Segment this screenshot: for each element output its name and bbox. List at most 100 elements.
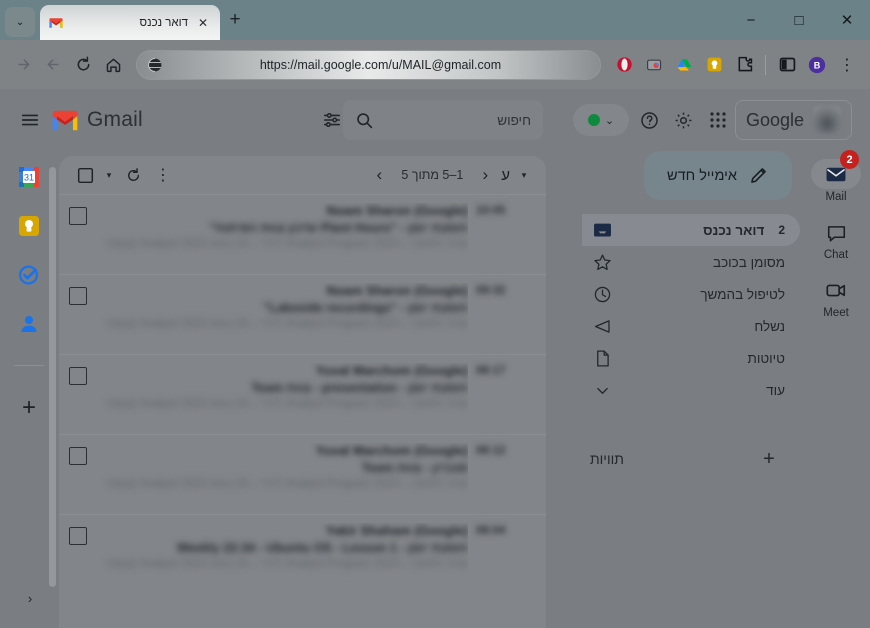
tune-icon[interactable] bbox=[315, 103, 349, 137]
sidebar-item-sent[interactable]: נשלח bbox=[582, 310, 800, 342]
account-name: Google bbox=[745, 109, 804, 130]
refresh-button[interactable] bbox=[119, 161, 147, 189]
add-label-button[interactable]: + bbox=[756, 446, 782, 472]
gmail-page: Google ⌄ חיפוש Gmail 2 Mail Chat Meet אי… bbox=[0, 89, 870, 628]
tasks-icon[interactable] bbox=[17, 263, 41, 287]
row-checkbox[interactable] bbox=[69, 287, 87, 305]
sidebar-item-inbox-count: 2 bbox=[778, 223, 785, 237]
next-page-button[interactable]: › bbox=[365, 161, 393, 189]
row-date: 09:32 bbox=[476, 285, 506, 297]
sidebar-item-sent-label: נשלח bbox=[754, 318, 785, 334]
chat-icon[interactable] bbox=[811, 217, 861, 247]
rail-label-mail: Mail bbox=[825, 191, 847, 203]
pencil-icon bbox=[751, 168, 766, 183]
meet-icon[interactable] bbox=[811, 275, 861, 305]
row-snippet: שינוי חלוקה – 2023 Analyst Program לידר … bbox=[107, 238, 468, 250]
search-icon bbox=[357, 112, 373, 128]
status-chip[interactable]: ⌄ bbox=[572, 104, 629, 136]
home-button[interactable] bbox=[98, 50, 128, 80]
row-sender: Noam Sharon (Google) bbox=[326, 203, 468, 218]
opera-extension-icon[interactable] bbox=[609, 50, 639, 80]
row-sender: Yakir Shaham (Google) bbox=[325, 523, 468, 538]
table-row[interactable]: Yuval Marchom (Google) הזמנת יומן - pres… bbox=[59, 354, 546, 434]
back-button[interactable] bbox=[38, 50, 68, 80]
tab-strip: ✕ □ − + ✕ דואר נכנס ⌄ bbox=[0, 0, 870, 40]
sidebar-item-starred[interactable]: מסומן בכוכב bbox=[582, 246, 800, 278]
address-bar[interactable]: https://mail.google.com/u/MAIL@gmail.com bbox=[136, 49, 601, 80]
collapse-panel-button[interactable]: ‹ bbox=[18, 586, 42, 610]
sidebar-item-inbox[interactable]: דואר נכנס 2 bbox=[582, 214, 800, 246]
account-chip[interactable]: Google bbox=[734, 100, 852, 140]
menu-icon[interactable] bbox=[10, 100, 50, 140]
keep-extension-icon[interactable] bbox=[699, 50, 729, 80]
rail-item-chat[interactable]: Chat bbox=[804, 213, 868, 265]
gmail-favicon bbox=[49, 17, 63, 28]
screenshot-extension-icon[interactable] bbox=[639, 50, 669, 80]
mail-icon[interactable]: 2 bbox=[811, 150, 861, 189]
drive-extension-icon[interactable] bbox=[669, 50, 699, 80]
globe-icon bbox=[148, 57, 162, 72]
mail-badge: 2 bbox=[840, 150, 859, 169]
sidebar-item-snoozed-label: לטיפול בהמשך bbox=[700, 286, 785, 302]
sidebar-extension-icon[interactable] bbox=[772, 50, 802, 80]
minimize-window-button[interactable]: − bbox=[738, 7, 764, 33]
table-row[interactable]: Yuval Marchom (Google) סנכרון - צוות Tea… bbox=[59, 434, 546, 514]
add-app-button[interactable]: + bbox=[16, 394, 42, 421]
puzzle-extension-icon[interactable] bbox=[729, 50, 759, 80]
sort-dropdown-caret[interactable]: ▾ bbox=[516, 170, 532, 181]
star-icon bbox=[592, 252, 612, 272]
compose-button[interactable]: אימייל חדש bbox=[644, 151, 792, 200]
row-checkbox[interactable] bbox=[69, 207, 87, 225]
keep-icon[interactable] bbox=[17, 214, 41, 238]
rail-item-meet[interactable]: Meet bbox=[804, 271, 868, 323]
row-snippet: שינוי חלוקה – 2023 Analyst Program לידר … bbox=[107, 318, 468, 330]
draft-icon bbox=[592, 348, 612, 368]
sidebar-item-more[interactable]: עוד bbox=[582, 374, 800, 406]
svg-text:B: B bbox=[814, 60, 821, 70]
browser-menu-icon[interactable]: ⋮ bbox=[832, 50, 862, 80]
gsuite-divider bbox=[14, 365, 44, 366]
reload-button[interactable] bbox=[68, 50, 98, 80]
chevron-down-icon: ⌄ bbox=[604, 114, 615, 127]
maximize-window-button[interactable]: □ bbox=[786, 7, 812, 33]
window-controls: ✕ □ − bbox=[728, 0, 870, 40]
close-window-button[interactable]: ✕ bbox=[834, 7, 860, 33]
tab-title: דואר נכנס bbox=[139, 16, 188, 29]
row-subject: הזמנת יומן - "Plant Hours עדכון צוות הפי… bbox=[209, 221, 468, 235]
sidebar-item-drafts[interactable]: טיוטות bbox=[582, 342, 800, 374]
compose-label: אימייל חדש bbox=[667, 167, 737, 184]
sidebar-item-snoozed[interactable]: לטיפול בהמשך bbox=[582, 278, 800, 310]
select-dropdown-caret[interactable]: ▾ bbox=[101, 170, 117, 181]
new-tab-button[interactable]: + bbox=[220, 3, 250, 37]
browser-tab-inbox[interactable]: ✕ דואר נכנס bbox=[40, 5, 220, 40]
help-icon[interactable] bbox=[633, 103, 667, 137]
row-date: 08:17 bbox=[476, 365, 506, 377]
row-content: Yuval Marchom (Google) הזמנת יומן - pres… bbox=[95, 363, 468, 434]
search-input[interactable]: חיפוש bbox=[384, 113, 531, 128]
calendar-icon[interactable]: 31 bbox=[17, 165, 41, 189]
row-subject: הזמנת יומן - "Lakeside recordings" bbox=[263, 301, 468, 315]
contacts-icon[interactable] bbox=[17, 312, 41, 336]
apps-grid-icon[interactable] bbox=[701, 103, 735, 137]
row-checkbox[interactable] bbox=[69, 367, 87, 385]
row-checkbox[interactable] bbox=[69, 447, 87, 465]
bitwarden-extension-icon[interactable]: B bbox=[802, 50, 832, 80]
row-checkbox[interactable] bbox=[69, 527, 87, 545]
table-row[interactable]: Yakir Shaham (Google) הזמנת יומן - Weekl… bbox=[59, 514, 546, 594]
sort-label[interactable]: ע bbox=[501, 167, 510, 184]
table-row[interactable]: Noam Sharon (Google) הזמנת יומן - "Lakes… bbox=[59, 274, 546, 354]
gear-icon[interactable] bbox=[667, 103, 701, 137]
select-all-checkbox[interactable] bbox=[71, 161, 99, 189]
tab-list-button[interactable]: ⌄ bbox=[5, 7, 35, 37]
tab-close-icon[interactable]: ✕ bbox=[194, 14, 212, 32]
forward-button[interactable] bbox=[8, 50, 38, 80]
row-snippet: שינוי חלוקה – 2023 Analyst Program לידר … bbox=[107, 478, 468, 490]
browser-window: ✕ □ − + ✕ דואר נכנס ⌄ ⋮ B https://mail.g… bbox=[0, 0, 870, 628]
search-box[interactable]: חיפוש bbox=[342, 100, 543, 140]
more-options-button[interactable]: ⋮ bbox=[149, 161, 177, 189]
scrollbar-thumb[interactable] bbox=[49, 167, 56, 587]
row-content: Yakir Shaham (Google) הזמנת יומן - Weekl… bbox=[95, 523, 468, 594]
rail-item-mail[interactable]: 2 Mail bbox=[804, 150, 868, 207]
prev-page-button[interactable]: ‹ bbox=[471, 161, 499, 189]
table-row[interactable]: Noam Sharon (Google) הזמנת יומן - "Plant… bbox=[59, 194, 546, 274]
